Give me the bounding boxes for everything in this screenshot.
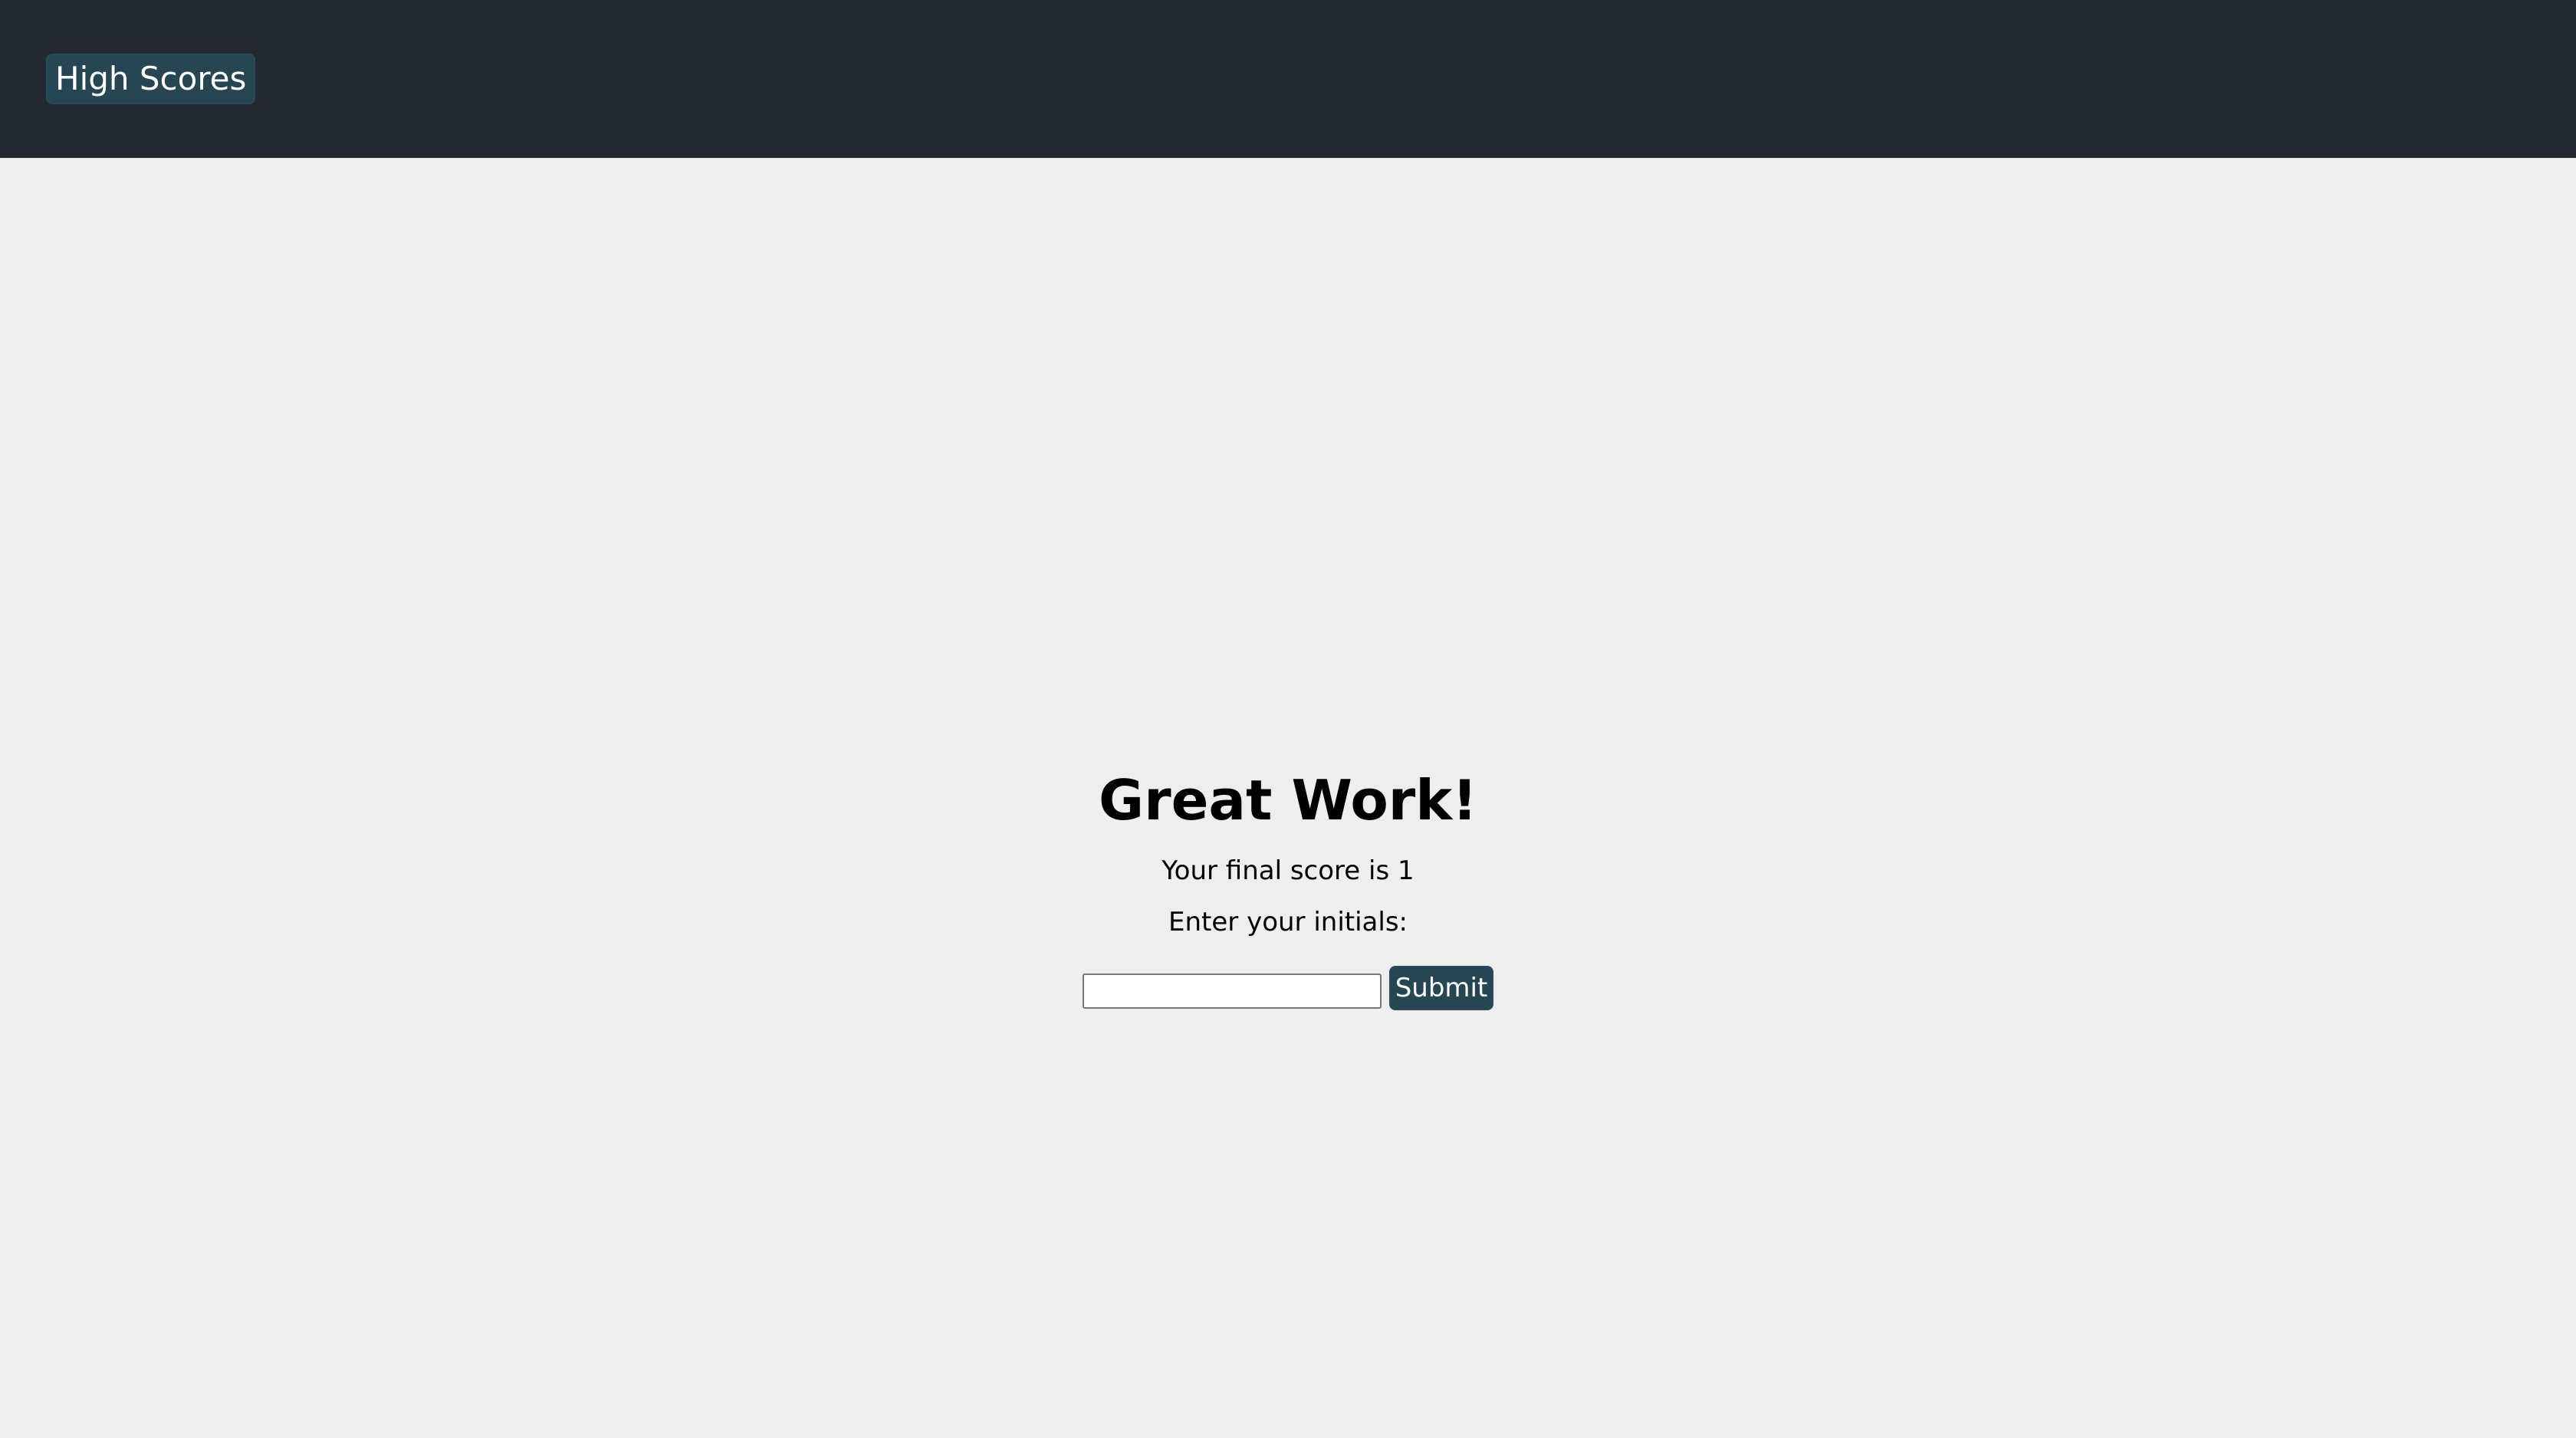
results-panel: Great Work! Your final score is 1 Enter … bbox=[0, 158, 2576, 1435]
page-title: Great Work! bbox=[1098, 768, 1478, 832]
top-bar: High Scores bbox=[0, 0, 2576, 158]
initials-input[interactable] bbox=[1083, 973, 1382, 1009]
final-score-text: Your final score is 1 bbox=[1162, 855, 1414, 886]
high-scores-button[interactable]: High Scores bbox=[46, 54, 256, 104]
submit-button[interactable]: Submit bbox=[1389, 966, 1493, 1010]
initials-prompt-label: Enter your initials: bbox=[1168, 907, 1408, 937]
